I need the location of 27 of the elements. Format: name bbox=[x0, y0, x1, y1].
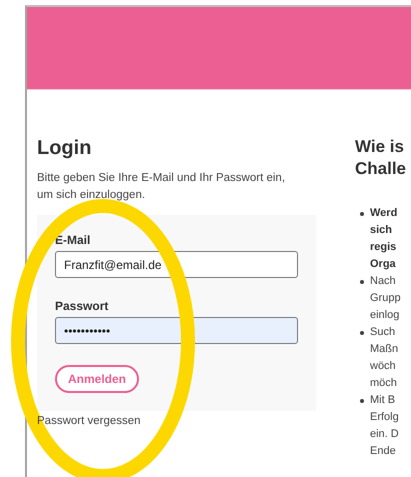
input-field[interactable]: ••••••••••• bbox=[55, 317, 298, 344]
bullet-text: wöch bbox=[370, 359, 397, 374]
bullet-text: Werd bbox=[370, 206, 398, 221]
field-label: Passwort bbox=[55, 299, 108, 313]
bullet-text: Nach bbox=[370, 274, 397, 289]
bullet-text: Erfolg bbox=[370, 410, 399, 425]
bullet-text: einlog bbox=[370, 308, 400, 323]
bullet-text: Ende bbox=[370, 444, 397, 459]
bullet-icon bbox=[360, 280, 364, 284]
bullet-icon bbox=[360, 399, 364, 403]
bullet-icon bbox=[360, 212, 364, 216]
bullet-text: sich bbox=[370, 223, 394, 238]
bullet-text: Maßn bbox=[370, 342, 398, 357]
field-label: E-Mail bbox=[55, 233, 90, 247]
bullet-text: regis bbox=[370, 240, 398, 255]
input-field[interactable]: Franzfit@email.de bbox=[55, 251, 298, 278]
bullet-text: möch bbox=[370, 376, 398, 391]
info-title: Challe bbox=[355, 158, 406, 180]
bullet-text: Such bbox=[370, 325, 396, 340]
login-title: Login bbox=[37, 136, 92, 160]
bullet-text: ein. D bbox=[370, 427, 399, 442]
info-title: Wie is bbox=[355, 136, 405, 158]
bullet-text: Orga bbox=[370, 257, 397, 272]
intro-text: Bitte geben Sie Ihre E-Mail und Ihr Passwort ein, um sich einzuloggen. bbox=[37, 171, 286, 203]
bullet-text: Grupp bbox=[370, 291, 401, 306]
bullet-icon bbox=[360, 331, 364, 335]
bullet-text: Mit B bbox=[370, 393, 396, 408]
